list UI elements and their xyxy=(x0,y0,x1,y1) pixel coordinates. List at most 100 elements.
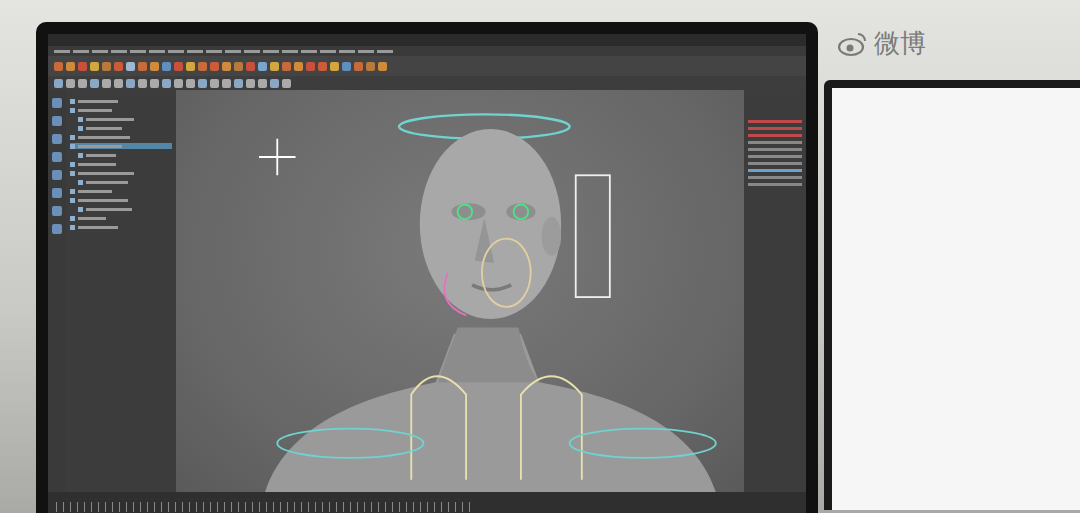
shelf-tool-icon[interactable] xyxy=(210,62,219,71)
view-tool-icon[interactable] xyxy=(234,79,243,88)
tool-icon[interactable] xyxy=(52,116,62,126)
shelf-tool-icon[interactable] xyxy=(102,62,111,71)
channel-row[interactable] xyxy=(748,141,802,144)
shelf-tool-icon[interactable] xyxy=(54,62,63,71)
timeline[interactable] xyxy=(48,492,806,513)
menu-item[interactable] xyxy=(301,50,317,53)
channel-row[interactable] xyxy=(748,127,802,130)
view-tool-icon[interactable] xyxy=(54,79,63,88)
view-tool-icon[interactable] xyxy=(66,79,75,88)
shelf-tool-icon[interactable] xyxy=(342,62,351,71)
view-tool-icon[interactable] xyxy=(126,79,135,88)
tool-icon[interactable] xyxy=(52,152,62,162)
outliner-row[interactable] xyxy=(78,116,172,122)
menu-item[interactable] xyxy=(282,50,298,53)
shelf-tool-icon[interactable] xyxy=(90,62,99,71)
shelf-tool-icon[interactable] xyxy=(78,62,87,71)
outliner-row[interactable] xyxy=(70,98,172,104)
shelf-tool-icon[interactable] xyxy=(246,62,255,71)
outliner-row[interactable] xyxy=(78,206,172,212)
shelf-tool-icon[interactable] xyxy=(378,62,387,71)
shelf-tool-icon[interactable] xyxy=(282,62,291,71)
outliner-row[interactable] xyxy=(70,224,172,230)
menu-item[interactable] xyxy=(168,50,184,53)
menu-item[interactable] xyxy=(130,50,146,53)
viewport[interactable] xyxy=(176,90,744,492)
menu-item[interactable] xyxy=(339,50,355,53)
view-tool-icon[interactable] xyxy=(186,79,195,88)
outliner-row[interactable] xyxy=(70,170,172,176)
menu-item[interactable] xyxy=(187,50,203,53)
shelf-tool-icon[interactable] xyxy=(174,62,183,71)
menu-item[interactable] xyxy=(92,50,108,53)
shelf-tool-icon[interactable] xyxy=(198,62,207,71)
view-tool-icon[interactable] xyxy=(162,79,171,88)
shelf-tool-icon[interactable] xyxy=(258,62,267,71)
outliner-row[interactable] xyxy=(70,188,172,194)
channel-row[interactable] xyxy=(748,134,802,137)
outliner-row[interactable] xyxy=(78,152,172,158)
view-tool-icon[interactable] xyxy=(222,79,231,88)
shelf-tool-icon[interactable] xyxy=(126,62,135,71)
shelf-tool-icon[interactable] xyxy=(366,62,375,71)
view-tool-icon[interactable] xyxy=(114,79,123,88)
shelf-tool-icon[interactable] xyxy=(66,62,75,71)
shelf-tool-icon[interactable] xyxy=(306,62,315,71)
menu-item[interactable] xyxy=(320,50,336,53)
channel-row[interactable] xyxy=(748,169,802,172)
shelf-tool-icon[interactable] xyxy=(186,62,195,71)
outliner-row[interactable] xyxy=(70,197,172,203)
view-tool-icon[interactable] xyxy=(138,79,147,88)
channel-row[interactable] xyxy=(748,183,802,186)
outliner-row[interactable] xyxy=(78,179,172,185)
tool-icon[interactable] xyxy=(52,188,62,198)
view-tool-icon[interactable] xyxy=(102,79,111,88)
view-tool-icon[interactable] xyxy=(210,79,219,88)
view-tool-icon[interactable] xyxy=(282,79,291,88)
view-tool-icon[interactable] xyxy=(90,79,99,88)
outliner-row[interactable] xyxy=(70,215,172,221)
menu-item[interactable] xyxy=(377,50,393,53)
view-tool-icon[interactable] xyxy=(258,79,267,88)
tool-icon[interactable] xyxy=(52,224,62,234)
menu-item[interactable] xyxy=(54,50,70,53)
shelf-tool-icon[interactable] xyxy=(318,62,327,71)
shelf-tool-icon[interactable] xyxy=(294,62,303,71)
shelf-tool-icon[interactable] xyxy=(270,62,279,71)
outliner-row[interactable] xyxy=(70,107,172,113)
menu-item[interactable] xyxy=(111,50,127,53)
tool-icon[interactable] xyxy=(52,98,62,108)
channel-row[interactable] xyxy=(748,176,802,179)
menu-item[interactable] xyxy=(206,50,222,53)
menu-item[interactable] xyxy=(149,50,165,53)
tool-icon[interactable] xyxy=(52,206,62,216)
view-tool-icon[interactable] xyxy=(78,79,87,88)
shelf-tool-icon[interactable] xyxy=(354,62,363,71)
channel-row[interactable] xyxy=(748,162,802,165)
view-tool-icon[interactable] xyxy=(246,79,255,88)
outliner-row[interactable] xyxy=(70,134,172,140)
shelf-tool-icon[interactable] xyxy=(150,62,159,71)
outliner-row[interactable] xyxy=(70,143,172,149)
menu-item[interactable] xyxy=(358,50,374,53)
menu-item[interactable] xyxy=(263,50,279,53)
tool-icon[interactable] xyxy=(52,134,62,144)
channel-row[interactable] xyxy=(748,155,802,158)
view-tool-icon[interactable] xyxy=(270,79,279,88)
shelf-tool-icon[interactable] xyxy=(114,62,123,71)
shelf-tool-icon[interactable] xyxy=(330,62,339,71)
menu-item[interactable] xyxy=(244,50,260,53)
shelf-tool-icon[interactable] xyxy=(138,62,147,71)
channel-row[interactable] xyxy=(748,120,802,123)
view-tool-icon[interactable] xyxy=(174,79,183,88)
outliner-row[interactable] xyxy=(78,125,172,131)
view-tool-icon[interactable] xyxy=(150,79,159,88)
shelf-tool-icon[interactable] xyxy=(234,62,243,71)
menu-item[interactable] xyxy=(73,50,89,53)
channel-row[interactable] xyxy=(748,148,802,151)
view-tool-icon[interactable] xyxy=(198,79,207,88)
tool-icon[interactable] xyxy=(52,170,62,180)
shelf-tool-icon[interactable] xyxy=(162,62,171,71)
menu-item[interactable] xyxy=(225,50,241,53)
outliner-row[interactable] xyxy=(70,161,172,167)
